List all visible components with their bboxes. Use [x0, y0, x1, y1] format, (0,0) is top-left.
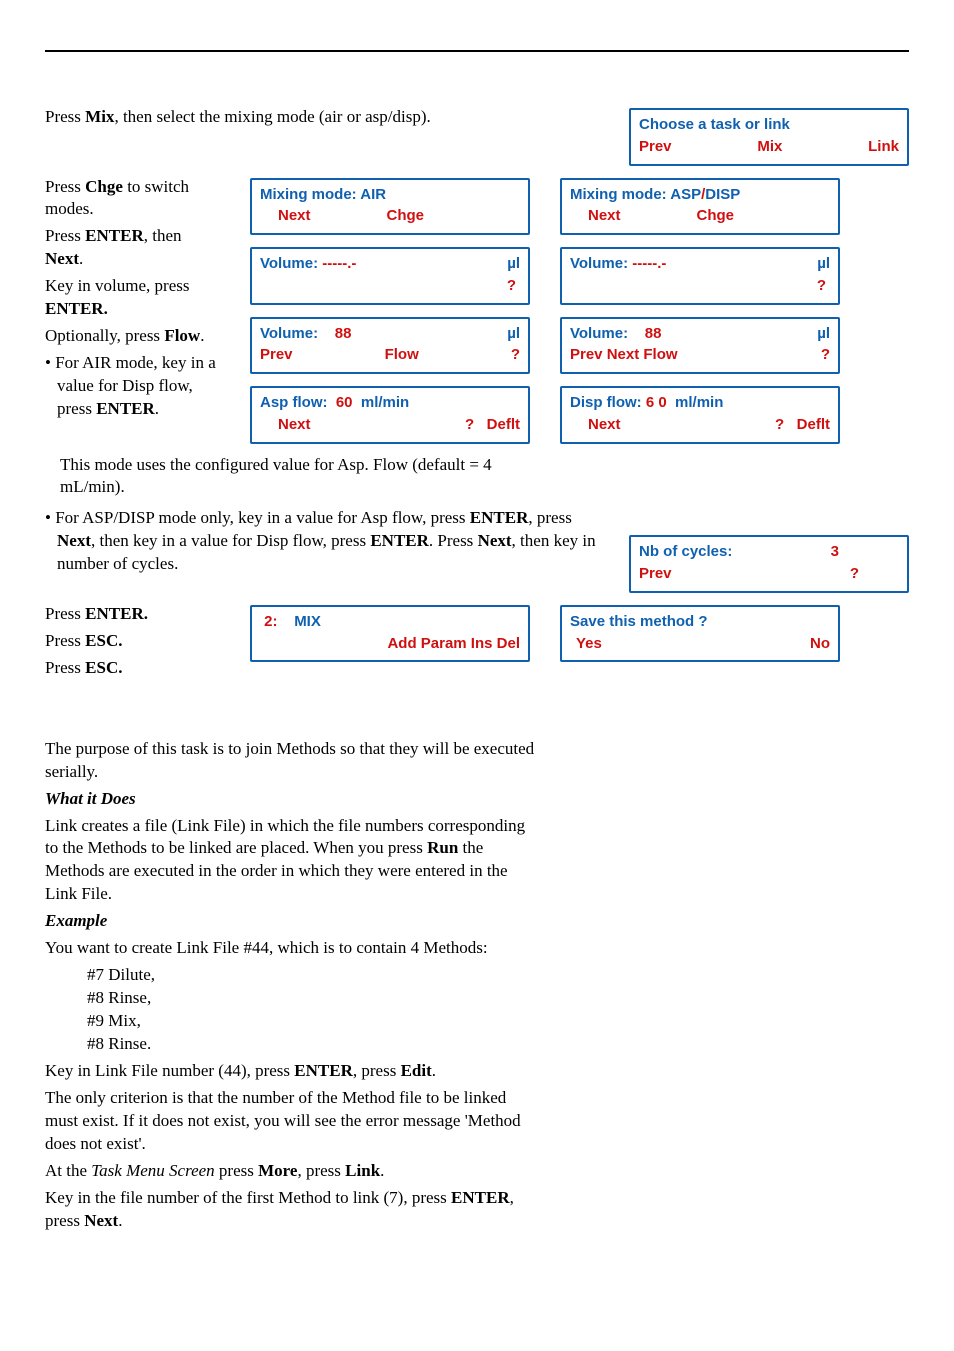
lcd-value: 3	[831, 541, 899, 563]
lcd-next[interactable]: Next	[570, 414, 621, 436]
air-bullet: • For AIR mode, key in a value for Disp …	[45, 352, 220, 421]
example-intro: You want to create Link File #44, which …	[45, 937, 535, 960]
lcd-unit: µl	[817, 253, 830, 275]
lcd-yes[interactable]: Yes	[570, 633, 602, 655]
lcd-deflt[interactable]: Deflt	[797, 416, 830, 433]
lcd-next[interactable]: Next	[260, 205, 311, 227]
asp-bullet: • For ASP/DISP mode only, key in a value…	[45, 507, 599, 576]
lcd-nav[interactable]: Prev Next Flow	[570, 344, 678, 366]
lcd-next[interactable]: Next	[570, 205, 621, 227]
lcd-actions[interactable]: Add Param Ins Del	[387, 633, 520, 655]
lcd-stack-right: Mixing mode: ASP/DISP Next Chge Volume: …	[560, 172, 840, 450]
lcd-mixing-asp: Mixing mode: ASP/DISP Next Chge	[560, 178, 840, 236]
enter-next-text: Press ENTER, then Next.	[45, 225, 220, 271]
example-heading: Example	[45, 910, 535, 933]
left-instructions: Press Chge to switch modes. Press ENTER,…	[45, 172, 220, 450]
press-enter-1: Press ENTER.	[45, 603, 220, 626]
t: , then select the mixing mode (air or as…	[114, 107, 430, 126]
lcd-disp-flow: Disp flow: 6 0 ml/min Next ? Deflt	[560, 386, 840, 444]
lcd-q[interactable]: ?	[850, 563, 899, 585]
what-heading: What it Does	[45, 788, 535, 811]
air-tail: This mode uses the configured value for …	[45, 454, 520, 500]
keyfirst-text: Key in the file number of the first Meth…	[45, 1187, 535, 1233]
lcd-q[interactable]: ?	[817, 275, 830, 297]
lcd-mix[interactable]: Mix	[757, 136, 782, 158]
lcd-q[interactable]: ?	[511, 344, 520, 366]
lcd-unit: µl	[817, 323, 830, 345]
lcd-q[interactable]: ?	[775, 416, 784, 433]
mode-flex-row: Press Chge to switch modes. Press ENTER,…	[45, 172, 909, 450]
lcd-volume-blank-1: Volume: -----.- µl ?	[250, 247, 530, 305]
lcd-q[interactable]: ?	[465, 416, 474, 433]
lcd-mix-step: 2: MIX Add Param Ins Del	[250, 605, 530, 663]
lcd-unit: µl	[507, 323, 520, 345]
chge-text: Press Chge to switch modes.	[45, 176, 220, 222]
intro-row: Press Mix, then select the mixing mode (…	[45, 102, 909, 172]
lcd-link[interactable]: Link	[868, 136, 899, 158]
method-1: #7 Dilute,	[45, 964, 535, 987]
lcd-label: Nb of cycles:	[639, 541, 732, 563]
criterion-text: The only criterion is that the number of…	[45, 1087, 535, 1156]
press-esc-2: Press ESC.	[45, 657, 220, 680]
lcd-unit: µl	[507, 253, 520, 275]
lcd-deflt[interactable]: Deflt	[487, 416, 520, 433]
what-body: Link creates a file (Link File) in which…	[45, 815, 535, 907]
lcd-line: Mixing mode: ASP/DISP	[570, 184, 740, 206]
lcd-line: Choose a task or link	[639, 114, 790, 136]
lcd-q[interactable]: ?	[821, 344, 830, 366]
lcd-cycles: Nb of cycles: 3 Prev ?	[629, 535, 909, 593]
lcd-flow[interactable]: Flow	[385, 344, 419, 366]
keyvol-text: Key in volume, press ENTER.	[45, 275, 220, 321]
method-2: #8 Rinse,	[45, 987, 535, 1010]
lcd-no[interactable]: No	[810, 633, 830, 655]
taskmenu-text: At the Task Menu Screen press More, pres…	[45, 1160, 535, 1183]
lcd-prev[interactable]: Prev	[639, 136, 672, 158]
lcd-line: Mixing mode: AIR	[260, 184, 386, 206]
optflow-text: Optionally, press Flow.	[45, 325, 220, 348]
method-4: #8 Rinse.	[45, 1033, 535, 1056]
press-esc-1: Press ESC.	[45, 630, 220, 653]
lcd-volume-88-a: Volume: 88 µl Prev Flow ?	[250, 317, 530, 375]
lcd-chge[interactable]: Chge	[697, 205, 735, 227]
lcd-mixing-air: Mixing mode: AIR Next Chge	[250, 178, 530, 236]
top-rule	[45, 50, 909, 52]
lcd-save-method: Save this method ? Yes No	[560, 605, 840, 663]
lcd-choose-task: Choose a task or link Prev Mix Link	[629, 108, 909, 166]
t: Press	[45, 107, 85, 126]
lcd-q[interactable]: ?	[507, 275, 520, 297]
lcd-stack-left: Mixing mode: AIR Next Chge Volume: -----…	[250, 172, 530, 450]
method-3: #9 Mix,	[45, 1010, 535, 1033]
lcd-next[interactable]: Next	[260, 414, 311, 436]
intro-text: Press Mix, then select the mixing mode (…	[45, 106, 599, 129]
lcd-line: Save this method ?	[570, 611, 708, 633]
lcd-chge[interactable]: Chge	[387, 205, 425, 227]
bold-mix: Mix	[85, 107, 114, 126]
lcd-volume-88-b: Volume: 88 µl Prev Next Flow ?	[560, 317, 840, 375]
lcd-volume-blank-2: Volume: -----.- µl ?	[560, 247, 840, 305]
purpose-text: The purpose of this task is to join Meth…	[45, 738, 535, 784]
lcd-prev[interactable]: Prev	[639, 563, 672, 585]
keylink-text: Key in Link File number (44), press ENTE…	[45, 1060, 535, 1083]
lcd-prev[interactable]: Prev	[260, 344, 293, 366]
lcd-asp-flow: Asp flow: 60 ml/min Next ? Deflt	[250, 386, 530, 444]
